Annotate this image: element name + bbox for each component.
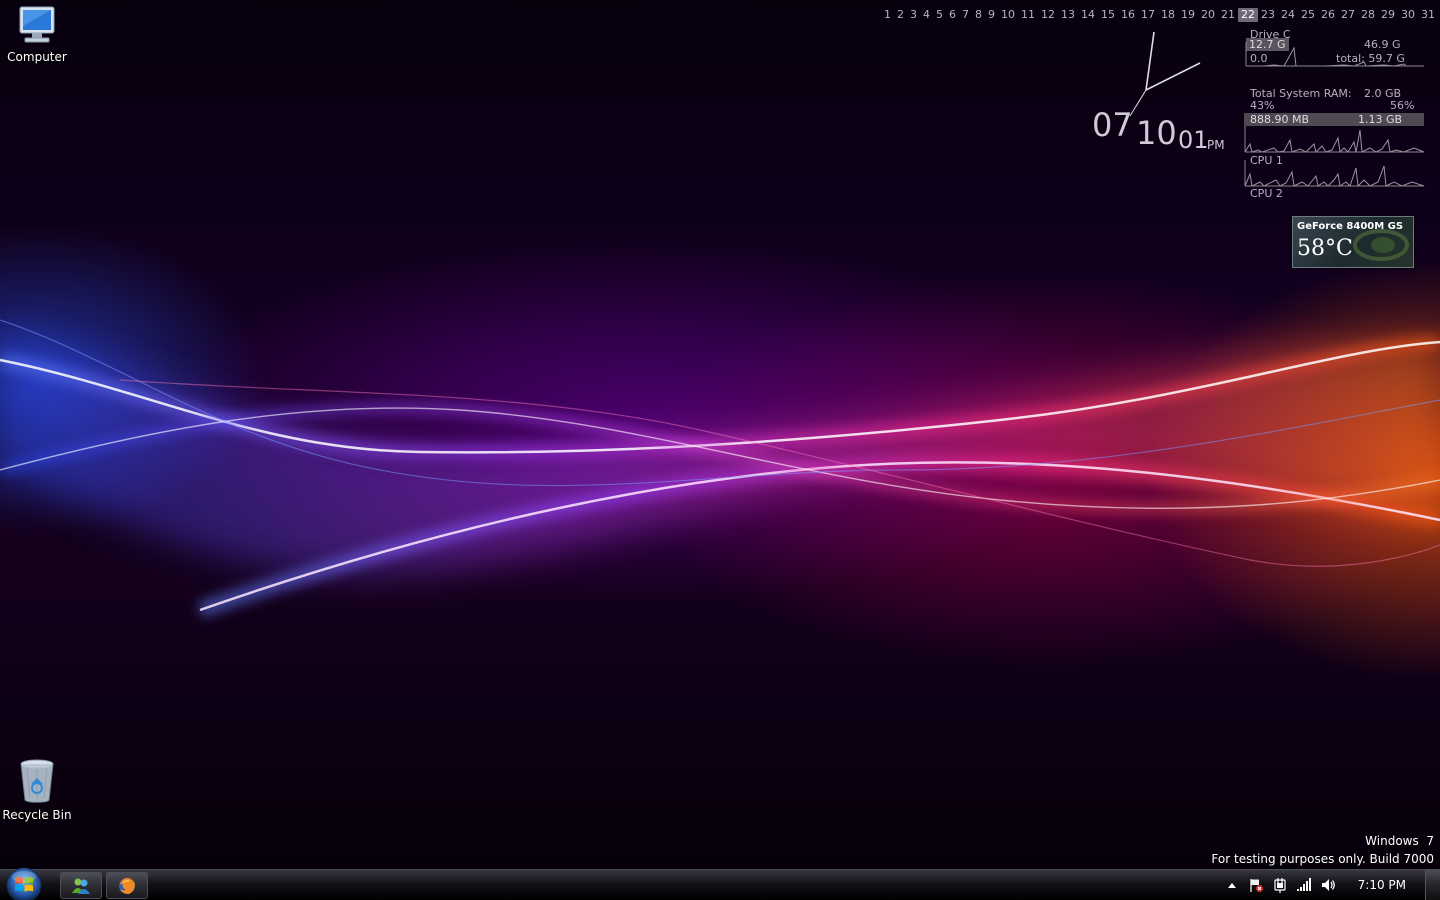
- windows-live-messenger-icon: [72, 878, 90, 894]
- calendar-day[interactable]: 13: [1058, 8, 1078, 22]
- power-button[interactable]: [1272, 877, 1288, 893]
- drive-activity-graph: [1245, 42, 1424, 67]
- show-desktop-button[interactable]: [1425, 870, 1440, 900]
- calendar-day[interactable]: 26: [1318, 8, 1338, 22]
- show-hidden-icons-button[interactable]: [1224, 877, 1240, 893]
- calendar-day-today[interactable]: 22: [1238, 8, 1258, 22]
- calendar-day[interactable]: 17: [1138, 8, 1158, 22]
- calendar-day[interactable]: 19: [1178, 8, 1198, 22]
- windows-orb-icon: [6, 867, 42, 900]
- calendar-strip: 1 2 3 4 5 6 7 8 9 10 11 12 13 14 15 16 17 18 19 20 21 22 23 24 2…: [881, 8, 1438, 22]
- calendar-day[interactable]: 3: [907, 8, 920, 22]
- network-signal-icon: [1296, 878, 1311, 891]
- taskbar-button-firefox[interactable]: [106, 872, 148, 899]
- desktop-icon-label: Recycle Bin: [2, 808, 72, 822]
- watermark-line-1: Windows 7: [1365, 834, 1434, 848]
- volume-button[interactable]: [1320, 877, 1336, 893]
- show-hidden-icons-arrow: [1227, 883, 1236, 888]
- clock-minute: 10: [1136, 114, 1177, 152]
- calendar-day[interactable]: 15: [1098, 8, 1118, 22]
- desktop-icon-computer[interactable]: Computer: [0, 4, 74, 64]
- calendar-day[interactable]: 24: [1278, 8, 1298, 22]
- recycle-bin-icon: [20, 759, 54, 803]
- calendar-day[interactable]: 2: [894, 8, 907, 22]
- clock-hour: 07: [1092, 106, 1133, 144]
- taskbar[interactable]: 7:10 PM: [0, 866, 1440, 900]
- calendar-day[interactable]: 29: [1378, 8, 1398, 22]
- firefox-icon: [119, 877, 135, 894]
- clock-ampm: PM: [1207, 138, 1225, 152]
- calendar-day[interactable]: 23: [1258, 8, 1278, 22]
- gpu-name: GeForce 8400M GS: [1297, 221, 1404, 232]
- calendar-day[interactable]: 1: [881, 8, 894, 22]
- desktop[interactable]: Computer Recycle Bin 1 2 3 4 5 6 7 8 9 10 11 12 13 14…: [0, 0, 1440, 900]
- calendar-day[interactable]: 10: [998, 8, 1018, 22]
- action-center-button[interactable]: [1248, 877, 1264, 893]
- calendar-day[interactable]: 31: [1418, 8, 1438, 22]
- calendar-day[interactable]: 28: [1358, 8, 1378, 22]
- cpu2-graph: [1244, 160, 1425, 188]
- calendar-day[interactable]: 27: [1338, 8, 1358, 22]
- volume-icon: [1321, 879, 1335, 891]
- ram-used-percent: 43%: [1250, 99, 1275, 112]
- calendar-day[interactable]: 20: [1198, 8, 1218, 22]
- calendar-day[interactable]: 11: [1018, 8, 1038, 22]
- desktop-icon-recycle-bin[interactable]: Recycle Bin: [0, 756, 74, 822]
- calendar-day[interactable]: 4: [920, 8, 933, 22]
- calendar-day[interactable]: 30: [1398, 8, 1418, 22]
- calendar-day[interactable]: 12: [1038, 8, 1058, 22]
- ram-free-percent: 56%: [1390, 99, 1415, 112]
- network-button[interactable]: [1296, 877, 1312, 893]
- nvidia-eye-icon: [1353, 229, 1409, 261]
- notification-area[interactable]: 7:10 PM: [1224, 870, 1412, 900]
- start-button[interactable]: [5, 866, 43, 900]
- calendar-day[interactable]: 9: [985, 8, 998, 22]
- ram-used: 888.90 MB: [1250, 113, 1310, 126]
- power-plug-icon: [1274, 878, 1286, 893]
- clock-gadget[interactable]: 07 10 01 PM: [1090, 30, 1240, 160]
- calendar-day[interactable]: 21: [1218, 8, 1238, 22]
- calendar-day[interactable]: 8: [972, 8, 985, 22]
- desktop-icon-label: Computer: [7, 50, 67, 64]
- calendar-day[interactable]: 6: [946, 8, 959, 22]
- cpu2-label: CPU 2: [1250, 187, 1283, 200]
- clock-second: 01: [1178, 126, 1209, 154]
- ram-free: 1.13 GB: [1358, 113, 1403, 126]
- calendar-day[interactable]: 14: [1078, 8, 1098, 22]
- gpu-temperature: 58°C: [1297, 236, 1353, 261]
- calendar-day[interactable]: 18: [1158, 8, 1178, 22]
- calendar-day[interactable]: 25: [1298, 8, 1318, 22]
- cpu1-graph: [1244, 126, 1425, 154]
- calendar-day[interactable]: 5: [933, 8, 946, 22]
- action-center-flag-icon: [1250, 879, 1263, 892]
- taskbar-clock[interactable]: 7:10 PM: [1358, 878, 1406, 892]
- calendar-day[interactable]: 7: [959, 8, 972, 22]
- taskbar-button-messenger[interactable]: [60, 872, 102, 899]
- calendar-day[interactable]: 16: [1118, 8, 1138, 22]
- watermark-line-2: For testing purposes only. Build 7000: [1211, 852, 1434, 866]
- computer-icon: [19, 6, 55, 43]
- gpu-temperature-gadget[interactable]: GeForce 8400M GS 58°C: [1292, 216, 1414, 268]
- windows-build-watermark: Windows 7 For testing purposes only. Bui…: [1211, 832, 1434, 868]
